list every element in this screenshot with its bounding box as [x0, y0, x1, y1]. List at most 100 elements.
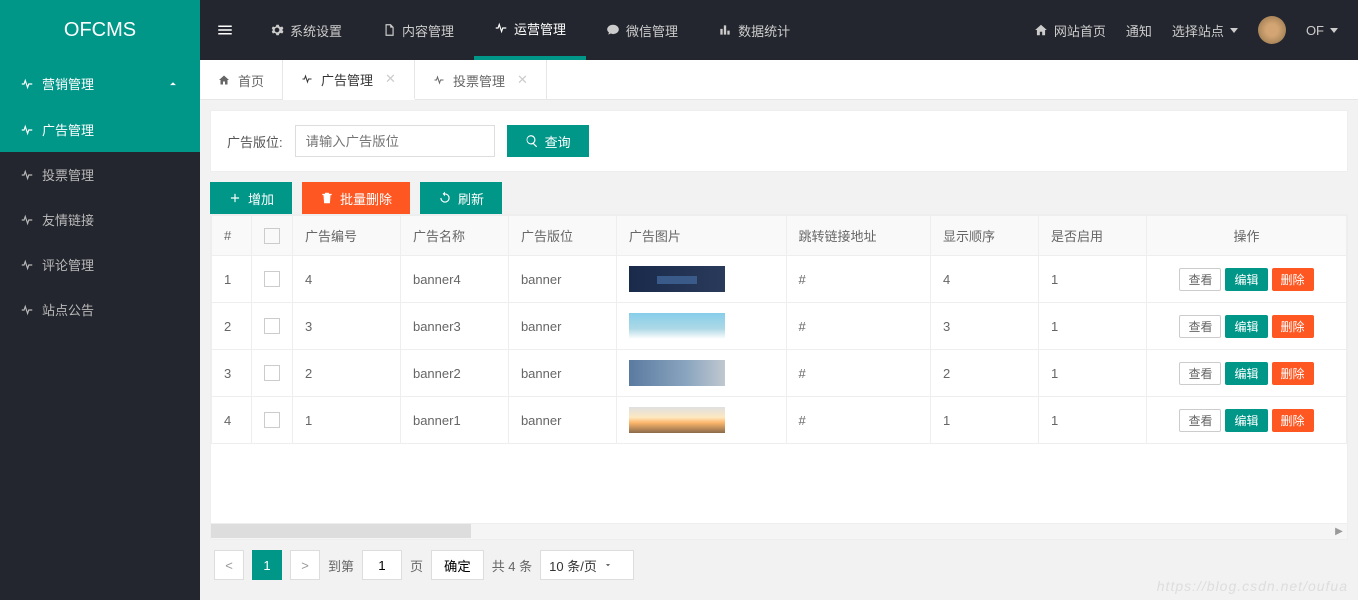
col-idx: #	[212, 216, 252, 256]
chevron-down-icon	[1330, 28, 1338, 33]
brand-logo[interactable]: OFCMS	[0, 0, 200, 60]
query-button[interactable]: 查询	[507, 125, 589, 157]
delete-button[interactable]: 删除	[1272, 362, 1314, 385]
select-all-checkbox[interactable]	[264, 228, 280, 244]
topnav-item-content-mgmt[interactable]: 内容管理	[362, 0, 474, 60]
tab-vote[interactable]: 投票管理 ✕	[415, 60, 547, 100]
ads-table: # 广告编号 广告名称 广告版位 广告图片 跳转链接地址 显示顺序 是否启用 操…	[211, 215, 1347, 444]
menu-toggle-icon[interactable]	[200, 0, 250, 60]
row-checkbox[interactable]	[264, 318, 280, 334]
close-icon[interactable]: ✕	[385, 71, 396, 87]
cell-check	[252, 350, 293, 397]
scrollbar-thumb[interactable]	[211, 524, 471, 538]
ad-thumbnail[interactable]	[629, 360, 725, 386]
ad-thumbnail[interactable]	[629, 407, 725, 433]
cell-ad-slot: banner	[508, 303, 616, 350]
col-actions: 操作	[1147, 216, 1347, 256]
cell-ad-no: 2	[293, 350, 401, 397]
cell-enabled: 1	[1038, 350, 1146, 397]
cell-jump-url: #	[786, 397, 930, 444]
topnav-item-operations[interactable]: 运营管理	[474, 0, 586, 60]
site-home-link[interactable]: 网站首页	[1034, 21, 1106, 40]
view-button[interactable]: 查看	[1179, 268, 1221, 291]
horizontal-scrollbar[interactable]: ▶	[210, 524, 1348, 540]
view-button[interactable]: 查看	[1179, 409, 1221, 432]
pulse-icon	[20, 258, 34, 272]
cell-order: 3	[930, 303, 1038, 350]
pulse-icon	[301, 73, 313, 85]
scroll-right-icon[interactable]: ▶	[1331, 524, 1347, 538]
chevron-down-icon	[603, 560, 613, 570]
view-button[interactable]: 查看	[1179, 315, 1221, 338]
cell-ad-img	[616, 397, 786, 444]
refresh-icon	[438, 191, 452, 205]
col-order: 显示顺序	[930, 216, 1038, 256]
sidebar-item-ads[interactable]: 广告管理	[0, 107, 200, 152]
close-icon[interactable]: ✕	[517, 72, 528, 88]
col-ad-img: 广告图片	[616, 216, 786, 256]
sidebar-item-friendlinks[interactable]: 友情链接	[0, 197, 200, 242]
topnav-item-wechat[interactable]: 微信管理	[586, 0, 698, 60]
topnav-label: 微信管理	[626, 21, 678, 40]
chevron-up-icon	[166, 77, 180, 91]
goto-label: 到第	[328, 556, 354, 575]
edit-button[interactable]: 编辑	[1225, 315, 1267, 338]
pulse-icon	[494, 21, 508, 35]
pulse-icon	[20, 77, 34, 91]
chevron-down-icon	[1230, 28, 1238, 33]
cell-idx: 4	[212, 397, 252, 444]
ad-thumbnail[interactable]	[629, 313, 725, 339]
per-page-select[interactable]: 10 条/页	[540, 550, 634, 580]
page-1-button[interactable]: 1	[252, 550, 282, 580]
row-checkbox[interactable]	[264, 412, 280, 428]
row-checkbox[interactable]	[264, 271, 280, 287]
next-page-button[interactable]: >	[290, 550, 320, 580]
col-ad-slot: 广告版位	[508, 216, 616, 256]
cell-ad-img	[616, 303, 786, 350]
refresh-button[interactable]: 刷新	[420, 182, 502, 214]
ad-slot-input[interactable]	[295, 125, 495, 157]
table-row: 32banner2banner#21查看编辑删除	[212, 350, 1347, 397]
delete-button[interactable]: 删除	[1272, 409, 1314, 432]
cell-idx: 1	[212, 256, 252, 303]
topnav-item-data-stats[interactable]: 数据统计	[698, 0, 810, 60]
topnav-label: 系统设置	[290, 21, 342, 40]
edit-button[interactable]: 编辑	[1225, 362, 1267, 385]
tab-home[interactable]: 首页	[200, 60, 283, 100]
sidebar-item-announce[interactable]: 站点公告	[0, 287, 200, 332]
table-row: 14banner4banner#41查看编辑删除	[212, 256, 1347, 303]
filter-bar: 广告版位: 查询	[210, 110, 1348, 172]
delete-button[interactable]: 删除	[1272, 315, 1314, 338]
topnav-item-system-settings[interactable]: 系统设置	[250, 0, 362, 60]
total-count: 共 4 条	[492, 556, 532, 575]
edit-button[interactable]: 编辑	[1225, 268, 1267, 291]
cell-ad-img	[616, 256, 786, 303]
trash-icon	[320, 191, 334, 205]
edit-button[interactable]: 编辑	[1225, 409, 1267, 432]
col-jump-url: 跳转链接地址	[786, 216, 930, 256]
delete-button[interactable]: 删除	[1272, 268, 1314, 291]
goto-page-input[interactable]	[362, 550, 402, 580]
select-site-dropdown[interactable]: 选择站点	[1172, 21, 1238, 40]
batch-delete-button[interactable]: 批量删除	[302, 182, 410, 214]
ad-thumbnail[interactable]	[629, 266, 725, 292]
avatar[interactable]	[1258, 16, 1286, 44]
cell-enabled: 1	[1038, 303, 1146, 350]
top-nav: 系统设置 内容管理 运营管理 微信管理 数据统计	[250, 0, 810, 60]
notice-link[interactable]: 通知	[1126, 21, 1152, 40]
sidebar-group-marketing[interactable]: 营销管理	[0, 60, 200, 107]
sidebar-item-label: 广告管理	[42, 120, 94, 139]
view-button[interactable]: 查看	[1179, 362, 1221, 385]
prev-page-button[interactable]: <	[214, 550, 244, 580]
cell-actions: 查看编辑删除	[1147, 350, 1347, 397]
user-dropdown[interactable]: OF	[1306, 23, 1338, 38]
goto-confirm-button[interactable]: 确定	[431, 550, 484, 580]
content-tabs: 首页 广告管理 ✕ 投票管理 ✕	[200, 60, 1358, 100]
home-icon	[1034, 23, 1048, 37]
row-checkbox[interactable]	[264, 365, 280, 381]
cell-actions: 查看编辑删除	[1147, 303, 1347, 350]
sidebar-item-comments[interactable]: 评论管理	[0, 242, 200, 287]
tab-ads[interactable]: 广告管理 ✕	[283, 60, 415, 100]
sidebar-item-vote[interactable]: 投票管理	[0, 152, 200, 197]
add-button[interactable]: 增加	[210, 182, 292, 214]
